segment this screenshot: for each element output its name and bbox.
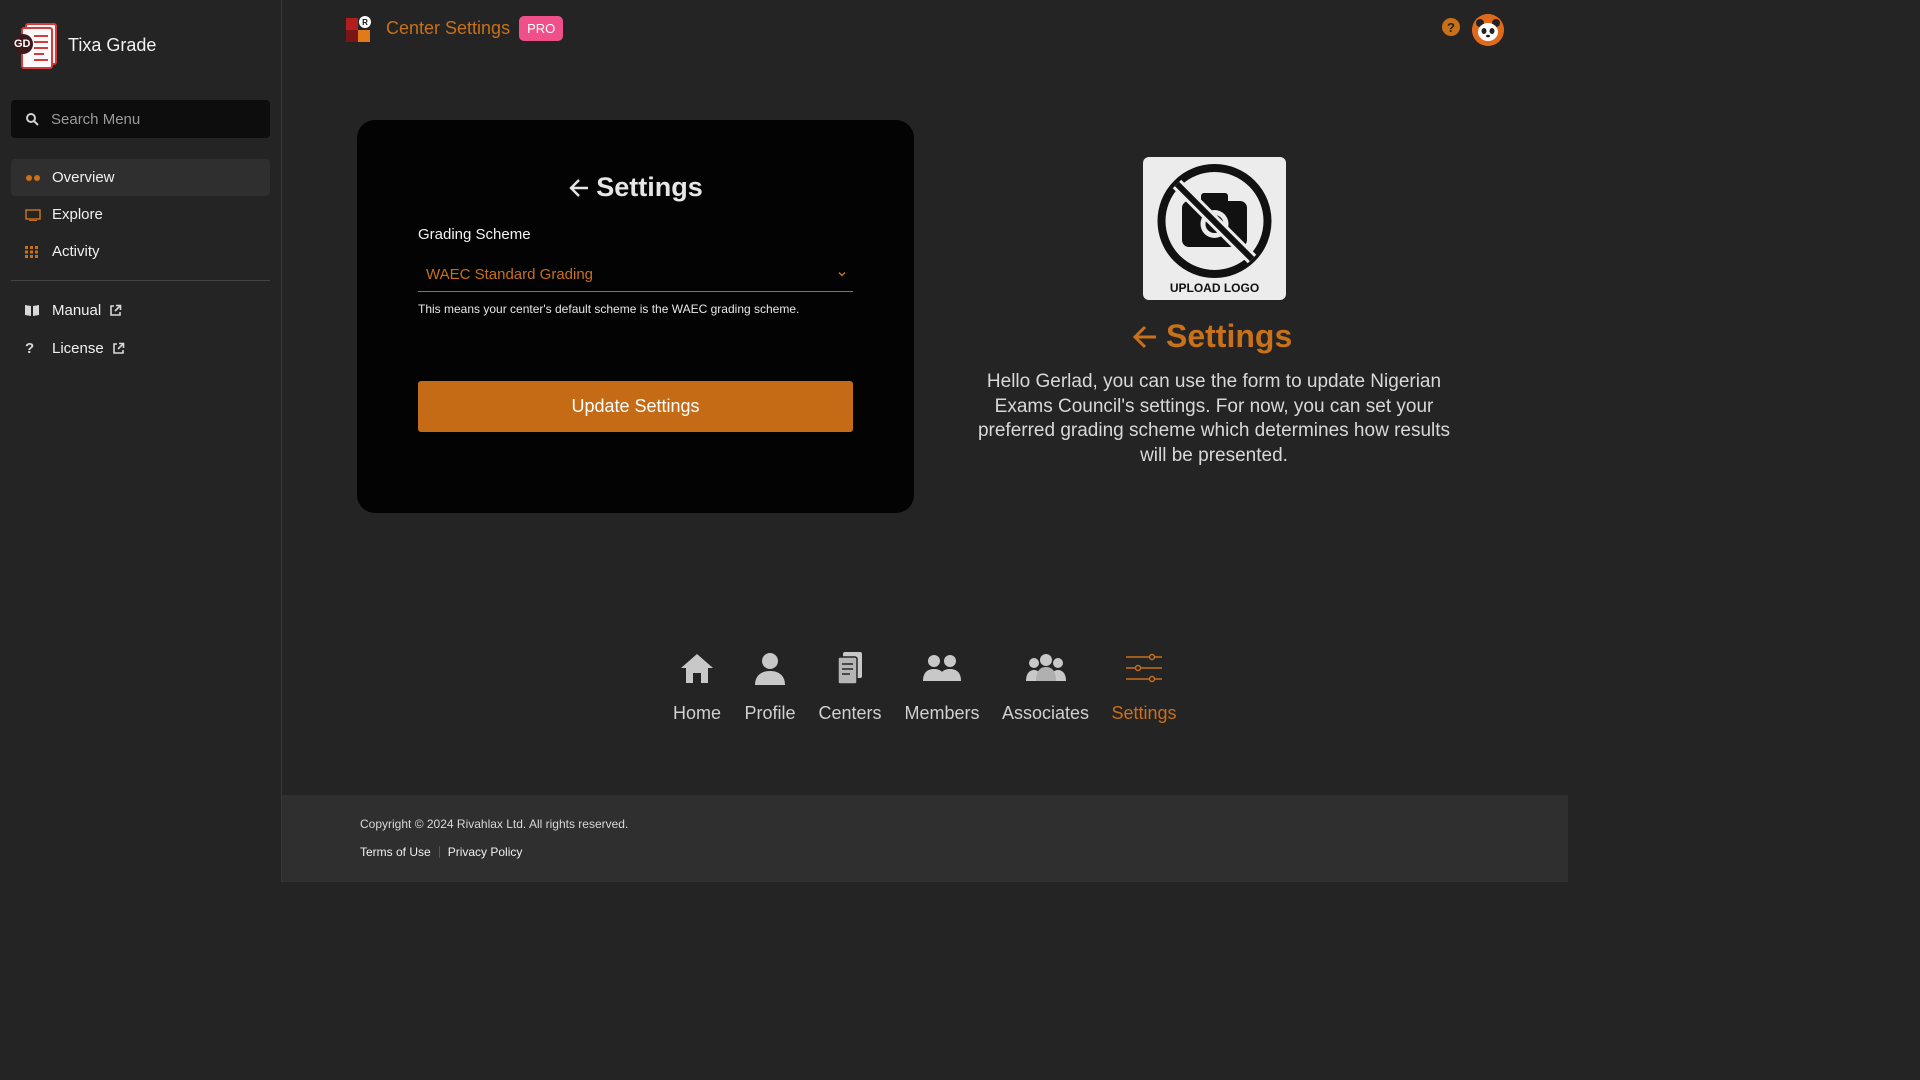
bottom-nav-home[interactable]: Home: [673, 648, 721, 724]
external-link-icon: [110, 304, 122, 316]
card-title-text: Settings: [596, 172, 703, 202]
footer: Copyright © 2024 Rivahlax Ltd. All right…: [282, 795, 1568, 882]
bottom-nav-label: Members: [904, 703, 980, 723]
bottom-nav-associates[interactable]: Associates: [1001, 648, 1090, 724]
footer-separator: [438, 846, 440, 858]
sidebar: GD Tixa Grade Overview Explore: [0, 0, 282, 882]
settings-card: Settings Grading Scheme WAEC Standard Gr…: [357, 120, 914, 513]
sidebar-item-activity[interactable]: Activity: [11, 233, 270, 270]
question-icon: ?: [25, 339, 35, 357]
external-link-icon: [112, 342, 125, 354]
search-box[interactable]: [11, 100, 270, 138]
search-icon: [26, 113, 39, 126]
svg-text:R: R: [362, 18, 368, 27]
person-icon: [753, 648, 787, 688]
update-settings-button[interactable]: Update Settings: [418, 381, 853, 432]
dots-icon: [25, 171, 43, 185]
page-header: R Center Settings PRO: [345, 14, 564, 42]
sidebar-links: Manual ? License: [11, 291, 270, 367]
bottom-nav-label: Associates: [1001, 703, 1090, 723]
sidebar-divider: [11, 280, 270, 281]
bottom-nav: Home Profile Centers Members Associates: [0, 648, 1568, 728]
bottom-nav-label: Centers: [818, 703, 882, 723]
pro-badge: PRO: [519, 15, 564, 41]
arrow-left-icon[interactable]: [568, 177, 590, 199]
footer-links: Terms of Use Privacy Policy: [360, 845, 522, 859]
avatar[interactable]: [1472, 14, 1504, 46]
bottom-nav-settings[interactable]: Settings: [1111, 648, 1177, 724]
copyright-text: Copyright © 2024 Rivahlax Ltd. All right…: [360, 817, 629, 831]
sidebar-link-manual[interactable]: Manual: [11, 291, 270, 329]
sidebar-item-label: Overview: [52, 169, 115, 186]
info-title-text: Settings: [1166, 318, 1293, 354]
bottom-nav-label: Profile: [744, 703, 796, 723]
sidebar-item-overview[interactable]: Overview: [11, 159, 270, 196]
page-title: Center Settings: [386, 17, 511, 38]
brand[interactable]: GD Tixa Grade: [12, 20, 156, 70]
info-description: Hello Gerlad, you can use the form to up…: [977, 371, 1451, 466]
upload-logo-label: UPLOAD LOGO: [1169, 281, 1260, 295]
sidebar-item-label: Explore: [52, 206, 103, 223]
sidebar-link-label: License: [52, 339, 104, 357]
bottom-nav-label: Home: [673, 703, 722, 723]
bottom-nav-members[interactable]: Members: [904, 648, 980, 724]
sidebar-link-label: Manual: [52, 301, 102, 319]
bottom-nav-label: Settings: [1111, 703, 1177, 723]
sidebar-link-license[interactable]: ? License: [11, 329, 270, 367]
home-icon: [680, 648, 714, 688]
book-icon: [25, 303, 43, 317]
document-icon: [836, 648, 864, 688]
no-camera-icon: [1157, 164, 1272, 278]
center-logo-icon: R: [345, 14, 373, 42]
sliders-icon: [1125, 648, 1163, 688]
grading-scheme-helper: This means your center's default scheme …: [418, 302, 800, 316]
arrow-left-icon[interactable]: [1132, 324, 1158, 350]
people-icon: [923, 648, 961, 688]
privacy-link[interactable]: Privacy Policy: [448, 845, 523, 859]
card-title: Settings: [357, 172, 914, 203]
sidebar-item-label: Activity: [52, 243, 100, 260]
brand-logo-icon: GD: [12, 20, 60, 70]
sidebar-nav: Overview Explore Activity: [11, 159, 270, 270]
grading-scheme-label: Grading Scheme: [418, 226, 531, 243]
brand-name: Tixa Grade: [68, 34, 157, 55]
grid-icon: [25, 245, 43, 259]
upload-logo-button[interactable]: UPLOAD LOGO: [1143, 157, 1286, 300]
help-icon[interactable]: ?: [1442, 18, 1460, 36]
grading-scheme-value: WAEC Standard Grading: [426, 266, 594, 283]
terms-link[interactable]: Terms of Use: [360, 845, 431, 859]
bottom-nav-centers[interactable]: Centers: [818, 648, 882, 724]
monitor-icon: [25, 208, 43, 222]
chevron-down-icon: [838, 271, 846, 277]
grading-scheme-select[interactable]: WAEC Standard Grading: [418, 258, 853, 292]
panda-avatar-icon: [1472, 14, 1504, 46]
search-input[interactable]: [51, 110, 251, 128]
bottom-nav-profile[interactable]: Profile: [744, 648, 796, 724]
brand-initials: GD: [14, 38, 31, 50]
info-title: Settings: [1132, 318, 1292, 355]
group-icon: [1025, 648, 1066, 688]
sidebar-item-explore[interactable]: Explore: [11, 196, 270, 233]
